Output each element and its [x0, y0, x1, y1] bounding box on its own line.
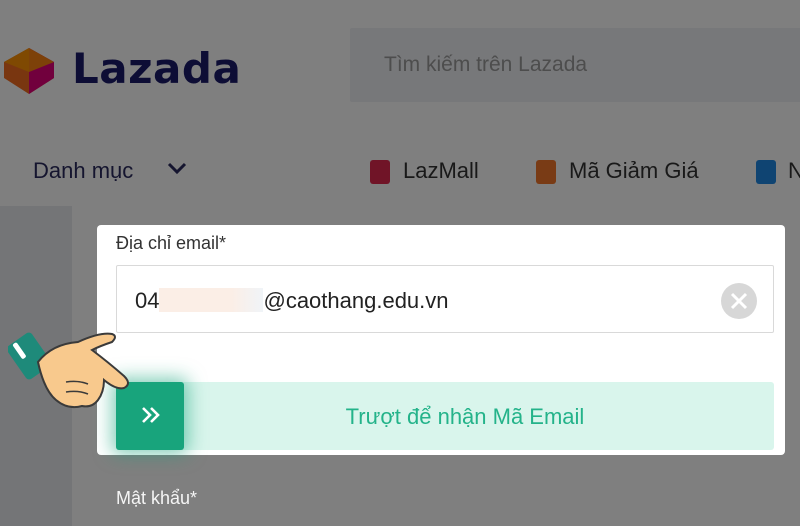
email-value: 04 @caothang.edu.vn [135, 288, 449, 314]
email-value-suffix: @caothang.edu.vn [263, 288, 449, 313]
email-label: Địa chỉ email* [116, 233, 227, 253]
slide-verify-track[interactable]: Trượt để nhận Mã Email [116, 382, 774, 450]
clear-button[interactable] [721, 283, 757, 319]
email-field[interactable]: 04 @caothang.edu.vn [116, 265, 774, 333]
email-value-prefix: 04 [135, 288, 160, 313]
pointing-hand-icon [8, 332, 129, 409]
password-label: Mật khẩu* [116, 488, 198, 508]
slider-label: Trượt để nhận Mã Email [345, 404, 585, 429]
redacted-area [159, 288, 264, 312]
email-verify-card: Địa chỉ email* 04 @caothang.edu.vn Trượt … [97, 225, 785, 455]
double-chevron-right-icon [142, 407, 160, 423]
close-icon [730, 292, 748, 310]
